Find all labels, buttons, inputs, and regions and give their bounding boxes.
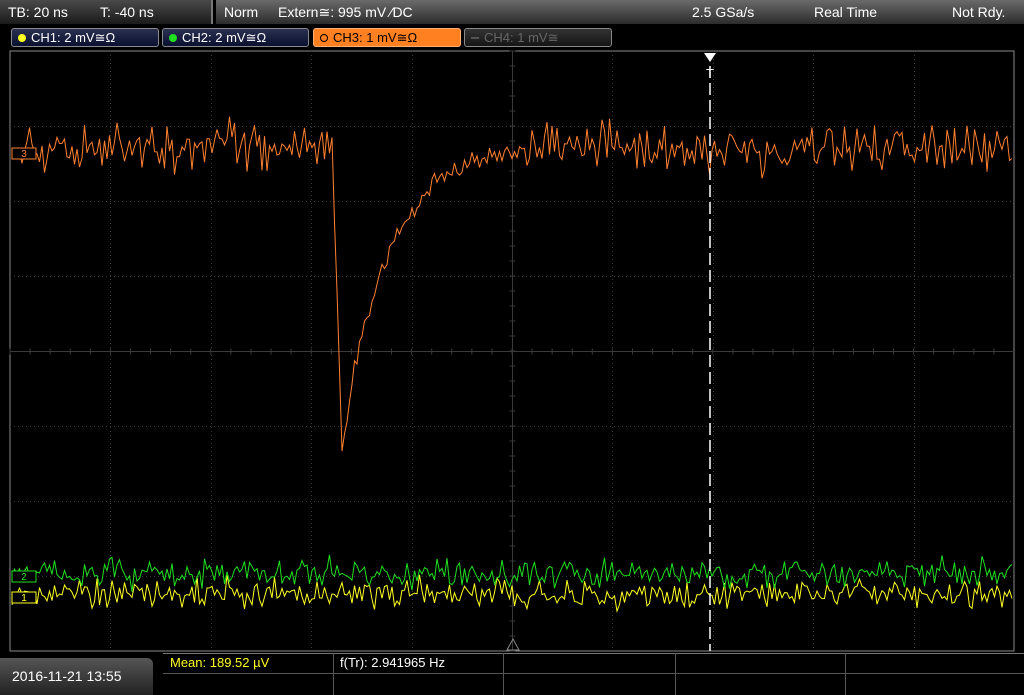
- trigger-frequency-measurement[interactable]: f(Tr): 2.941965 Hz: [340, 655, 445, 670]
- datetime-panel: 2016-11-21 13:55: [0, 658, 153, 695]
- waveform-display[interactable]: T 3 2 1: [0, 0, 1024, 695]
- trigger-marker-label: T: [706, 66, 714, 81]
- channel-2-offset-marker[interactable]: 2: [11, 570, 37, 583]
- mean-measurement[interactable]: Mean: 189.52 µV: [170, 655, 269, 670]
- channel-1-marker-label: 1: [21, 593, 27, 604]
- channel-3-offset-marker[interactable]: 3: [11, 147, 37, 160]
- measurement-grid: [163, 653, 1024, 695]
- channel-2-marker-label: 2: [21, 572, 27, 583]
- channel-1-offset-marker[interactable]: 1: [11, 591, 37, 604]
- datetime-label: 2016-11-21 13:55: [12, 668, 122, 684]
- channel-3-marker-label: 3: [21, 149, 27, 160]
